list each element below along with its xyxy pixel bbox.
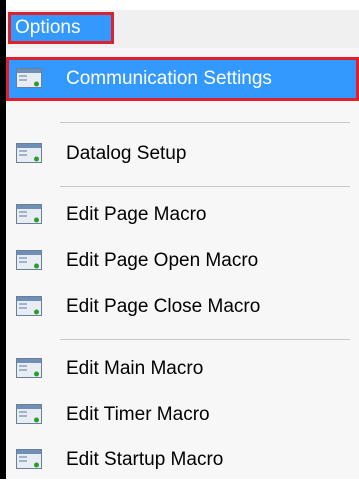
menu-item-edit-page-macro[interactable]: Edit Page Macro [6,193,359,237]
menu-item-label: Edit Page Close Macro [66,296,261,317]
menu-item-label: Edit Timer Macro [66,404,210,425]
menu-item-label: Edit Startup Macro [66,449,224,470]
window-settings-icon [16,250,42,270]
window-settings-icon [16,296,42,316]
menu-item-edit-startup-macro[interactable]: Edit Startup Macro [6,438,359,482]
menu-item-edit-main-macro[interactable]: Edit Main Macro [6,347,359,391]
window-settings-icon [16,204,42,224]
menu-item-label: Edit Page Macro [66,204,207,225]
menu-item-label: Edit Page Open Macro [66,250,259,271]
window-settings-icon [16,358,42,378]
menu-item-label: Communication Settings [66,68,272,89]
menu-item-edit-page-open-macro[interactable]: Edit Page Open Macro [6,239,359,283]
menu-item-edit-timer-macro[interactable]: Edit Timer Macro [6,393,359,437]
menu-item-edit-page-close-macro[interactable]: Edit Page Close Macro [6,285,359,329]
menu-separator [60,186,350,187]
menu-item-communication-settings[interactable]: Communication Settings [6,57,359,101]
menu-separator [60,339,350,340]
menu-item-datalog-setup[interactable]: Datalog Setup [6,132,359,176]
window-settings-icon [16,449,42,469]
menu-separator [60,122,350,123]
menu-item-label: Datalog Setup [66,143,187,164]
options-menu[interactable]: Options [8,12,114,44]
window-settings-icon [16,404,42,424]
window-settings-icon [16,68,42,88]
window-settings-icon [16,143,42,163]
menu-item-label: Edit Main Macro [66,358,204,379]
